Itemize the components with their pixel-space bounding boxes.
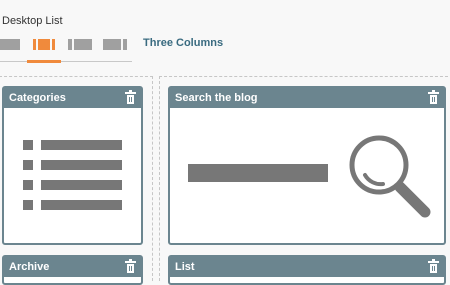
layout-selected-label: Three Columns <box>143 37 224 49</box>
trash-icon-can <box>127 95 134 104</box>
layout-segment <box>68 39 72 50</box>
list-icon-bullet <box>23 140 33 150</box>
archive-widget-header[interactable]: Archive <box>4 257 141 277</box>
page-title: Desktop List <box>2 15 63 27</box>
layout-two-columns-left-button[interactable] <box>103 36 127 52</box>
widget-title: Search the blog <box>175 92 258 104</box>
widget-title: Archive <box>9 261 50 273</box>
trash-icon[interactable] <box>428 90 439 104</box>
layout-segment <box>123 39 127 50</box>
trash-icon-can <box>430 95 437 104</box>
layout-three-columns-button[interactable] <box>33 36 55 52</box>
layout-two-columns-right-button[interactable] <box>68 36 92 52</box>
list-icon-line <box>41 140 122 150</box>
layout-segment <box>33 39 36 50</box>
list-icon-line <box>41 200 122 210</box>
trash-icon-lid <box>428 92 439 94</box>
search-widget[interactable]: Search the blog <box>168 86 446 245</box>
layout-tabs-divider <box>0 61 132 62</box>
trash-icon-lid <box>428 261 439 263</box>
list-icon-bullet <box>23 180 33 190</box>
layout-segment <box>103 39 121 50</box>
widget-title: Categories <box>9 92 66 104</box>
trash-icon-lid <box>125 261 136 263</box>
list-widget-header[interactable]: List <box>170 257 444 277</box>
layout-segment <box>38 39 50 50</box>
layout-segment <box>52 39 55 50</box>
archive-widget[interactable]: Archive <box>2 255 143 285</box>
list-icon-bullet <box>23 200 33 210</box>
magnifier-icon <box>349 135 431 218</box>
trash-icon-can <box>430 264 437 273</box>
layout-one-column-button[interactable] <box>0 36 20 52</box>
trash-icon-lid <box>125 92 136 94</box>
list-icon-bullet <box>23 160 33 170</box>
categories-widget-header[interactable]: Categories <box>4 88 141 108</box>
search-field-preview <box>188 164 328 182</box>
list-icon-line <box>41 180 122 190</box>
widget-title: List <box>175 261 195 273</box>
trash-icon-can <box>127 264 134 273</box>
list-widget[interactable]: List <box>168 255 446 285</box>
categories-widget[interactable]: Categories <box>2 86 143 245</box>
layout-active-indicator <box>27 60 61 63</box>
trash-icon[interactable] <box>125 259 136 273</box>
layout-segment <box>0 39 20 50</box>
search-widget-header[interactable]: Search the blog <box>170 88 444 108</box>
trash-icon[interactable] <box>428 259 439 273</box>
trash-icon[interactable] <box>125 90 136 104</box>
layout-segment <box>74 39 92 50</box>
list-icon-line <box>41 160 122 170</box>
